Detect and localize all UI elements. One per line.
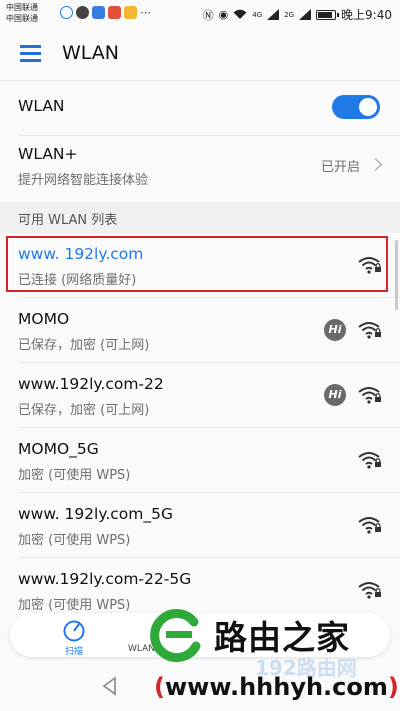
wifi-locked-icon [358, 257, 381, 274]
wlan-toggle-label: WLAN [18, 97, 65, 115]
network-status: 加密 (可使用 WPS) [18, 598, 131, 613]
wifi-status-icon [233, 9, 247, 19]
network-ssid: www.192ly.com-22-5G [18, 570, 192, 588]
status-bar: 中国联通 中国联通 ⋯ Ⓝ ◉ 4G 2G 晚上9:40 [0, 0, 400, 28]
carrier-1: 中国联通 [6, 3, 38, 12]
network-row[interactable]: www. 192ly.com_5G 加密 (可使用 WPS) [0, 493, 400, 558]
network-ssid: MOMO_5G [18, 440, 99, 458]
qq-icon [60, 6, 73, 19]
network-ssid: www.192ly.com-22 [18, 375, 164, 393]
back-icon[interactable] [100, 676, 120, 696]
status-indicators: Ⓝ ◉ 4G 2G 晚上9:40 [203, 6, 392, 23]
scan-button[interactable]: 扫描 [46, 615, 102, 657]
signal-icon-1 [267, 9, 280, 20]
calendar-icon [108, 6, 121, 19]
network-ssid: MOMO [18, 310, 70, 328]
watermark-logo [150, 609, 201, 662]
carrier-names: 中国联通 中国联通 [6, 2, 38, 24]
eye-comfort-icon: ◉ [218, 8, 229, 21]
network-status: 加密 (可使用 WPS) [18, 533, 131, 548]
app-notification-icon [92, 6, 105, 19]
wlan-plus-row[interactable]: WLAN+ 提升网络智能连接体验 已开启 [0, 136, 400, 202]
watermark-url: (www.hhhyh.com) [154, 673, 399, 701]
more-notifications-icon: ⋯ [140, 6, 151, 19]
wifi-locked-icon [358, 582, 381, 599]
wlan-toggle-row[interactable]: WLAN [0, 81, 400, 136]
notification-icons: ⋯ [60, 6, 151, 19]
section-header-label: 可用 WLAN 列表 [18, 213, 118, 228]
scan-label: 扫描 [64, 647, 83, 657]
wlan-plus-title: WLAN+ [18, 145, 78, 163]
menu-icon[interactable] [20, 45, 41, 62]
hilink-icon: Hi [324, 319, 346, 341]
chevron-right-icon [369, 158, 382, 171]
wifi-locked-icon [358, 322, 381, 339]
hilink-icon: Hi [324, 384, 346, 406]
network-row[interactable]: www.192ly.com-22 已保存，加密 (可上网) Hi [0, 363, 400, 428]
available-networks-header: 可用 WLAN 列表 [0, 202, 400, 233]
network-ssid: www. 192ly.com_5G [18, 505, 173, 523]
wlan-switch[interactable] [332, 95, 380, 119]
network-row[interactable]: MOMO 已保存，加密 (可上网) Hi [0, 298, 400, 363]
scan-icon [63, 620, 85, 642]
app-bar: WLAN [0, 28, 400, 81]
page-title: WLAN [62, 42, 120, 64]
network-status: 加密 (可使用 WPS) [18, 468, 131, 483]
network-row[interactable]: MOMO_5G 加密 (可使用 WPS) [0, 428, 400, 493]
network-status: 已保存，加密 (可上网) [18, 403, 150, 418]
clock: 晚上9:40 [341, 8, 392, 22]
carrier-2: 中国联通 [6, 14, 38, 23]
wechat-icon [76, 6, 89, 19]
nfc-icon: Ⓝ [202, 8, 214, 22]
scrollbar[interactable] [395, 240, 398, 310]
network-type-2: 2G [284, 10, 295, 19]
network-ssid: www. 192ly.com [18, 245, 144, 263]
network-status: 已保存，加密 (可上网) [18, 338, 150, 353]
wifi-locked-icon [358, 452, 381, 469]
network-row[interactable]: www.192ly.com-22-5G 加密 (可使用 WPS) [0, 558, 400, 613]
network-status: 已连接 (网络质量好) [18, 273, 137, 288]
app-icon [124, 6, 137, 19]
wifi-locked-icon [358, 517, 381, 534]
network-type-1: 4G [252, 10, 263, 19]
wlan-plus-status: 已开启 [320, 160, 360, 175]
signal-icon-2 [299, 9, 312, 20]
network-row-connected[interactable]: www. 192ly.com 已连接 (网络质量好) [0, 233, 400, 298]
wlan-plus-subtitle: 提升网络智能连接体验 [18, 173, 149, 188]
wifi-locked-icon [358, 387, 381, 404]
battery-icon [316, 9, 340, 20]
